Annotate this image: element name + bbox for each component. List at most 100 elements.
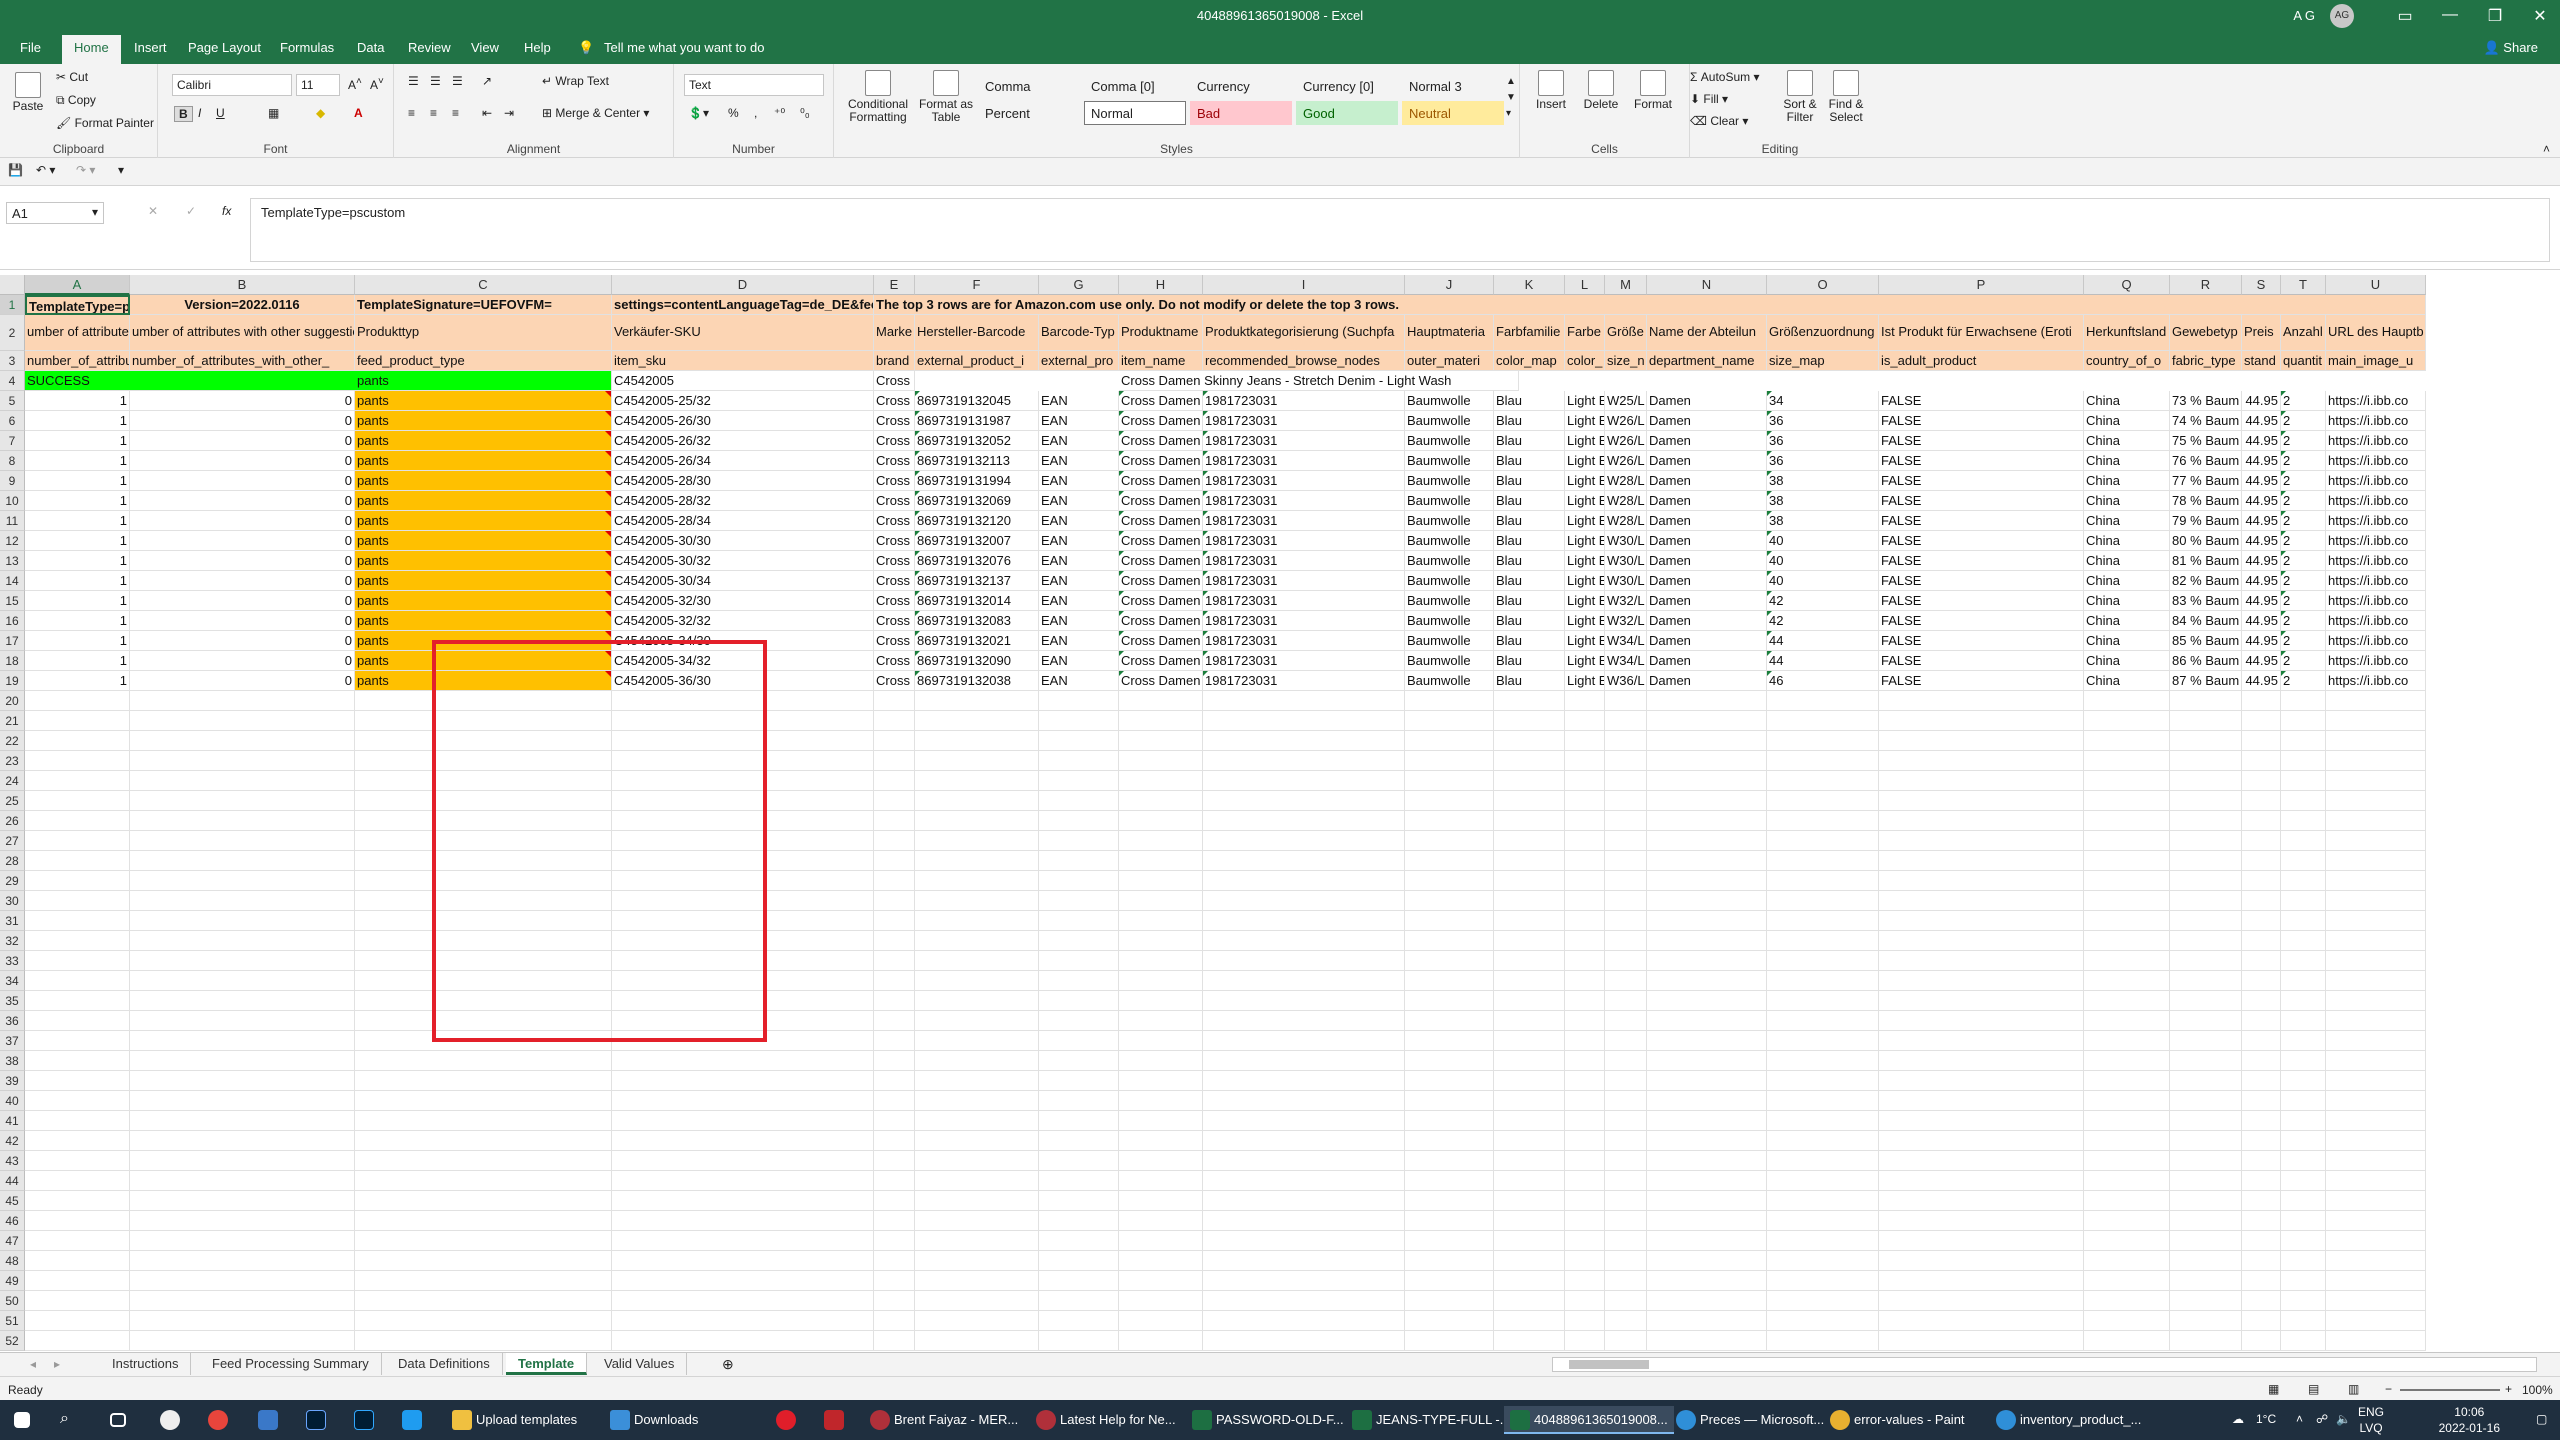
table-cell[interactable]: Blau <box>1494 671 1565 691</box>
network-icon[interactable]: ☍ <box>2316 1412 2328 1426</box>
empty-cell[interactable] <box>1039 1231 1119 1251</box>
empty-cell[interactable] <box>1119 991 1203 1011</box>
table-cell[interactable]: C4542005-32/30 <box>612 591 874 611</box>
taskbar-app-current-excel[interactable]: 40488961365019008... <box>1504 1406 1674 1434</box>
empty-cell[interactable] <box>2084 1011 2170 1031</box>
close-icon[interactable]: ✕ <box>2525 6 2555 26</box>
table-cell[interactable]: 2 <box>2281 431 2326 451</box>
align-middle-icon[interactable]: ☰ <box>430 74 441 88</box>
empty-cell[interactable] <box>2326 1031 2426 1051</box>
empty-cell[interactable] <box>2242 1251 2281 1271</box>
empty-cell[interactable] <box>1405 1131 1494 1151</box>
empty-cell[interactable] <box>130 1151 355 1171</box>
empty-cell[interactable] <box>1565 1011 1605 1031</box>
empty-cell[interactable] <box>2326 1231 2426 1251</box>
tab-file[interactable]: File <box>20 40 41 55</box>
name-box[interactable]: A1 <box>6 202 104 224</box>
table-cell[interactable]: 1981723031 <box>1203 651 1405 671</box>
empty-cell[interactable] <box>2326 1131 2426 1151</box>
empty-cell[interactable] <box>355 1171 612 1191</box>
clear-button[interactable]: ⌫ Clear ▾ <box>1690 114 1748 128</box>
empty-cell[interactable] <box>915 1271 1039 1291</box>
table-cell[interactable]: 1981723031 <box>1203 471 1405 491</box>
empty-cell[interactable] <box>1039 991 1119 1011</box>
table-cell[interactable]: 73 % Baum <box>2170 391 2242 411</box>
header-cell-row2[interactable]: Produktkategorisierung (Suchpfa <box>1203 315 1405 351</box>
table-cell[interactable]: W32/L <box>1605 611 1647 631</box>
style-bad[interactable]: Bad <box>1190 101 1292 125</box>
empty-cell[interactable] <box>2281 1251 2326 1271</box>
header-cell-row3[interactable]: color_map <box>1494 351 1565 371</box>
table-cell[interactable]: C4542005-26/30 <box>612 411 874 431</box>
empty-cell[interactable] <box>1879 831 2084 851</box>
empty-cell[interactable] <box>2084 1151 2170 1171</box>
empty-cell[interactable] <box>1605 911 1647 931</box>
empty-cell[interactable] <box>130 1211 355 1231</box>
empty-cell[interactable] <box>1767 1091 1879 1111</box>
empty-cell[interactable] <box>874 1191 915 1211</box>
table-cell[interactable]: 83 % Baum <box>2170 591 2242 611</box>
table-cell[interactable]: pants <box>355 531 612 551</box>
empty-cell[interactable] <box>1605 1211 1647 1231</box>
empty-cell[interactable] <box>1767 711 1879 731</box>
next-sheet-icon[interactable]: ▸ <box>54 1357 60 1371</box>
empty-cell[interactable] <box>2084 731 2170 751</box>
empty-cell[interactable] <box>1767 1011 1879 1031</box>
empty-cell[interactable] <box>2242 851 2281 871</box>
empty-cell[interactable] <box>2084 791 2170 811</box>
table-cell[interactable]: Baumwolle <box>1405 591 1494 611</box>
empty-cell[interactable] <box>2326 1011 2426 1031</box>
empty-cell[interactable] <box>1879 1051 2084 1071</box>
table-cell[interactable]: W26/L <box>1605 411 1647 431</box>
table-cell[interactable]: 0 <box>130 671 355 691</box>
empty-cell[interactable] <box>130 1271 355 1291</box>
tab-formulas[interactable]: Formulas <box>280 40 334 55</box>
empty-cell[interactable] <box>1405 1231 1494 1251</box>
empty-cell[interactable] <box>1203 791 1405 811</box>
table-cell[interactable]: 84 % Baum <box>2170 611 2242 631</box>
empty-cell[interactable] <box>1879 1151 2084 1171</box>
table-cell[interactable]: Cross <box>874 531 915 551</box>
row-header[interactable]: 24 <box>0 771 25 791</box>
table-cell[interactable]: Cross Damen <box>1119 631 1203 651</box>
empty-cell[interactable] <box>1647 1271 1767 1291</box>
empty-cell[interactable] <box>1647 951 1767 971</box>
minimize-icon[interactable]: — <box>2435 6 2465 24</box>
row-header[interactable]: 50 <box>0 1291 25 1311</box>
empty-cell[interactable] <box>1605 891 1647 911</box>
table-cell[interactable]: pants <box>355 391 612 411</box>
share-button[interactable]: 👤 Share <box>2483 40 2538 56</box>
table-cell[interactable]: Cross Damen <box>1119 611 1203 631</box>
empty-cell[interactable] <box>2170 1111 2242 1131</box>
table-cell[interactable]: C4542005-30/34 <box>612 571 874 591</box>
table-cell[interactable]: Cross Damen <box>1119 451 1203 471</box>
empty-cell[interactable] <box>1605 811 1647 831</box>
windows-start-icon[interactable] <box>14 1412 30 1428</box>
header-cell-row2[interactable]: Marke <box>874 315 915 351</box>
empty-cell[interactable] <box>1405 871 1494 891</box>
table-cell[interactable]: China <box>2084 511 2170 531</box>
empty-cell[interactable] <box>1647 811 1767 831</box>
row-header[interactable]: 26 <box>0 811 25 831</box>
table-cell[interactable]: EAN <box>1039 631 1119 651</box>
empty-cell[interactable] <box>1647 991 1767 1011</box>
table-cell[interactable]: W36/L <box>1605 671 1647 691</box>
orientation-icon[interactable]: ↗ <box>482 74 492 88</box>
empty-cell[interactable] <box>1405 711 1494 731</box>
empty-cell[interactable] <box>1605 1091 1647 1111</box>
empty-cell[interactable] <box>2242 1011 2281 1031</box>
row-header[interactable]: 38 <box>0 1051 25 1071</box>
table-cell[interactable]: Cross <box>874 451 915 471</box>
empty-cell[interactable] <box>1203 951 1405 971</box>
empty-cell[interactable] <box>2170 1151 2242 1171</box>
empty-cell[interactable] <box>1767 1271 1879 1291</box>
table-cell[interactable]: https://i.ibb.co <box>2326 651 2426 671</box>
empty-cell[interactable] <box>915 1291 1039 1311</box>
empty-cell[interactable] <box>1647 851 1767 871</box>
empty-cell[interactable] <box>130 711 355 731</box>
ribbon-display-icon[interactable]: ▭ <box>2390 6 2420 26</box>
empty-cell[interactable] <box>355 1051 612 1071</box>
format-as-table-button[interactable]: Format as Table <box>916 70 976 124</box>
row-header[interactable]: 10 <box>0 491 25 511</box>
column-header-k[interactable]: K <box>1494 275 1565 295</box>
